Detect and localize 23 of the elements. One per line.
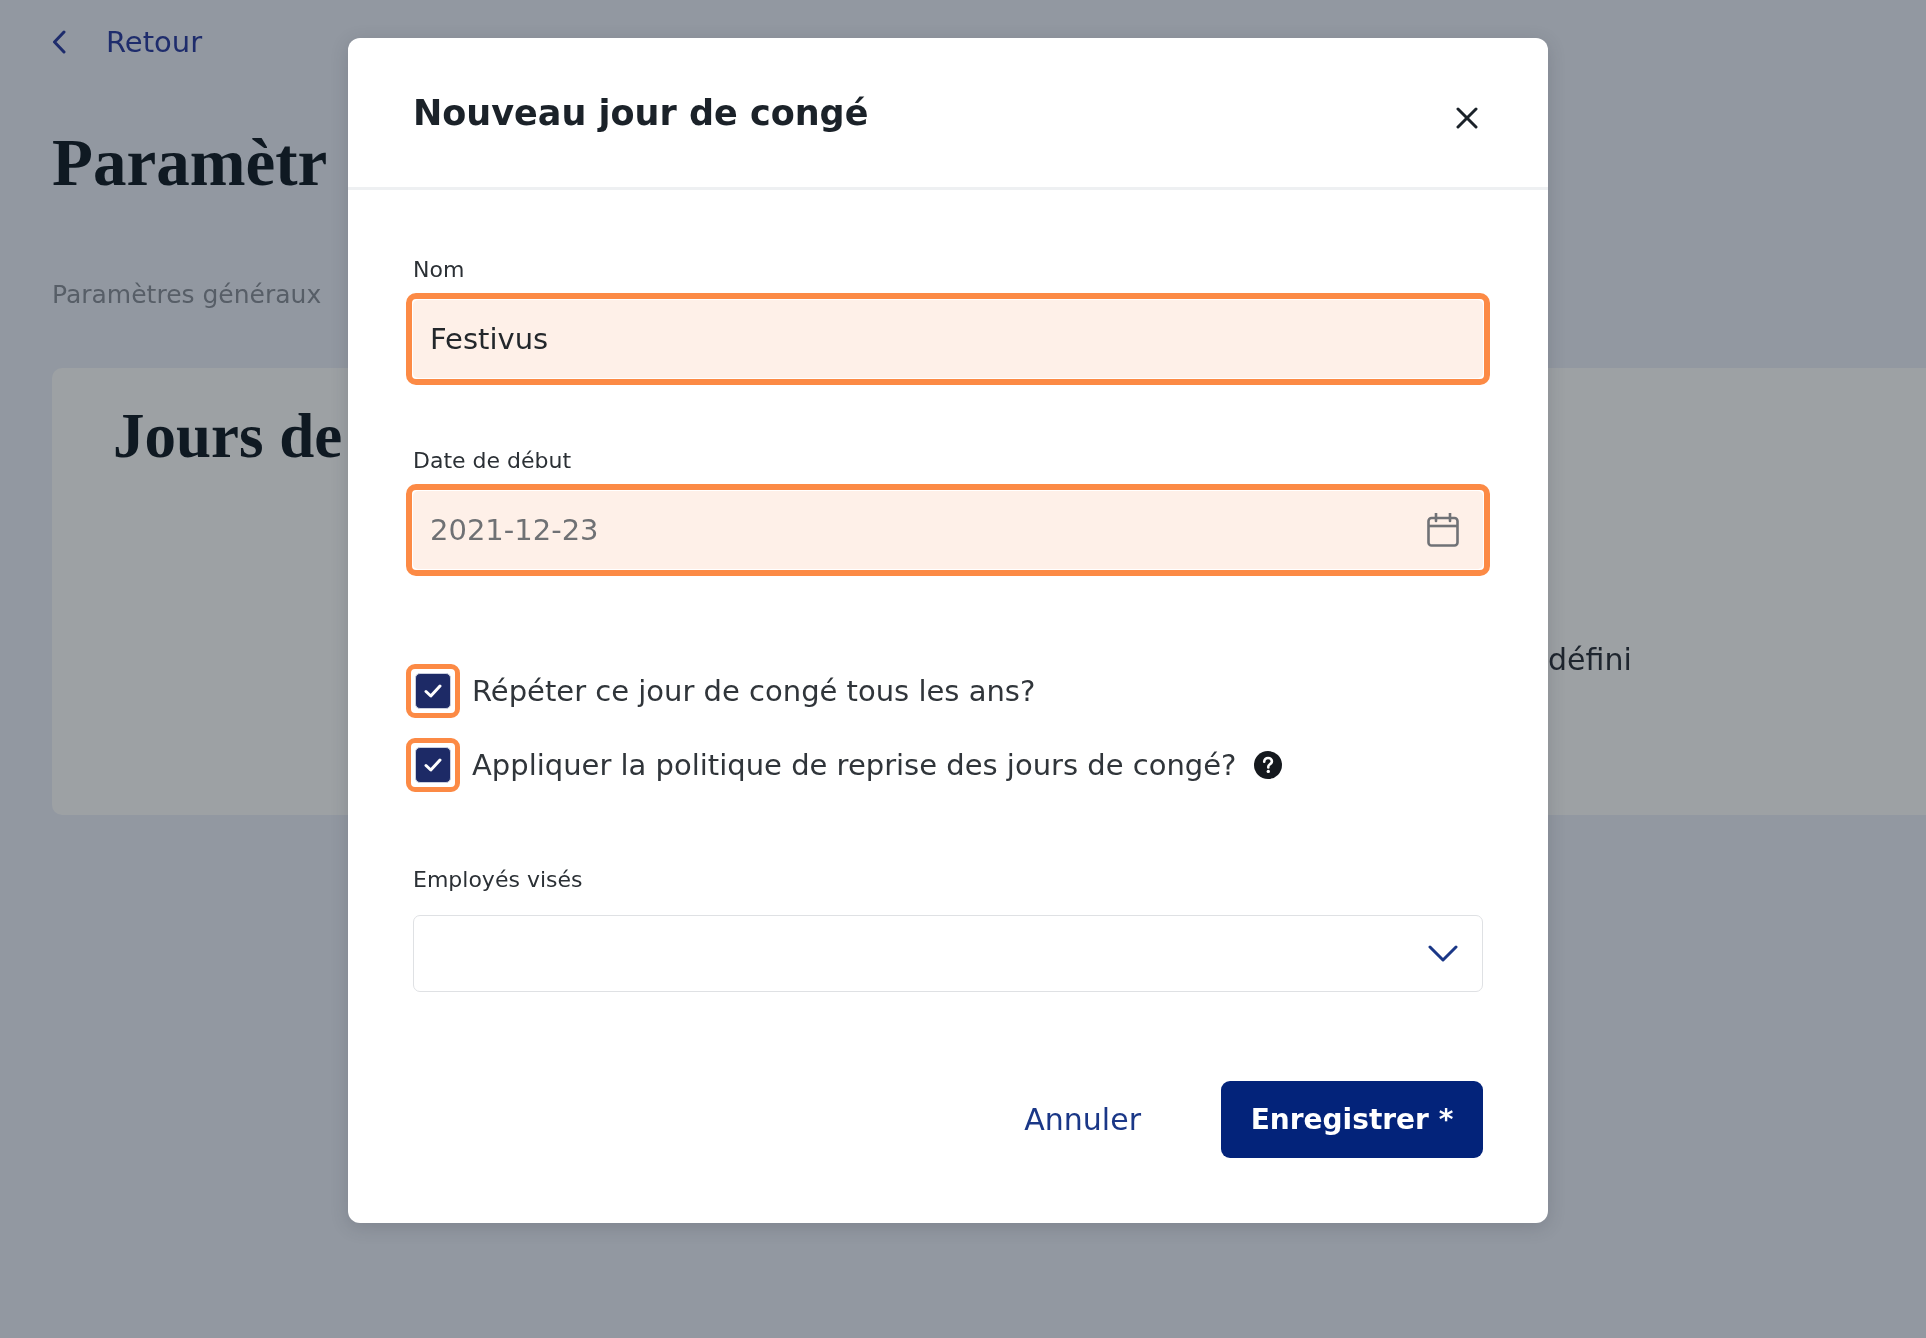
help-icon[interactable] xyxy=(1254,751,1283,779)
field-label: Date de début xyxy=(413,447,572,475)
checkbox-label[interactable]: Appliquer la politique de reprise des jours de congé? xyxy=(472,746,1237,784)
card-title: Jours de xyxy=(113,400,343,473)
dialog-title: Nouveau jour de congé xyxy=(413,91,869,135)
page-title: Paramètr xyxy=(52,124,328,201)
date-field[interactable]: 2021-12-23 xyxy=(406,484,1490,576)
text-field[interactable]: Festivus xyxy=(406,293,1490,385)
checkbox[interactable] xyxy=(406,664,460,718)
field-label: Nom xyxy=(413,256,465,284)
checkbox[interactable] xyxy=(406,738,460,792)
calendar-icon[interactable] xyxy=(1427,513,1459,547)
checkbox-label[interactable]: Répéter ce jour de congé tous les ans? xyxy=(472,672,1036,710)
check-icon xyxy=(424,684,442,698)
field-label: Employés visés xyxy=(413,866,583,894)
chevron-left-icon xyxy=(52,30,66,54)
back-link[interactable]: Retour xyxy=(52,24,203,60)
link-button[interactable]: Annuler xyxy=(1024,1099,1141,1140)
primary-button[interactable]: Enregistrer * xyxy=(1221,1081,1483,1158)
check-icon xyxy=(424,758,442,772)
chevron-down-icon xyxy=(1428,945,1458,962)
card-text: défini xyxy=(1548,642,1632,677)
close-icon[interactable] xyxy=(1456,106,1478,129)
